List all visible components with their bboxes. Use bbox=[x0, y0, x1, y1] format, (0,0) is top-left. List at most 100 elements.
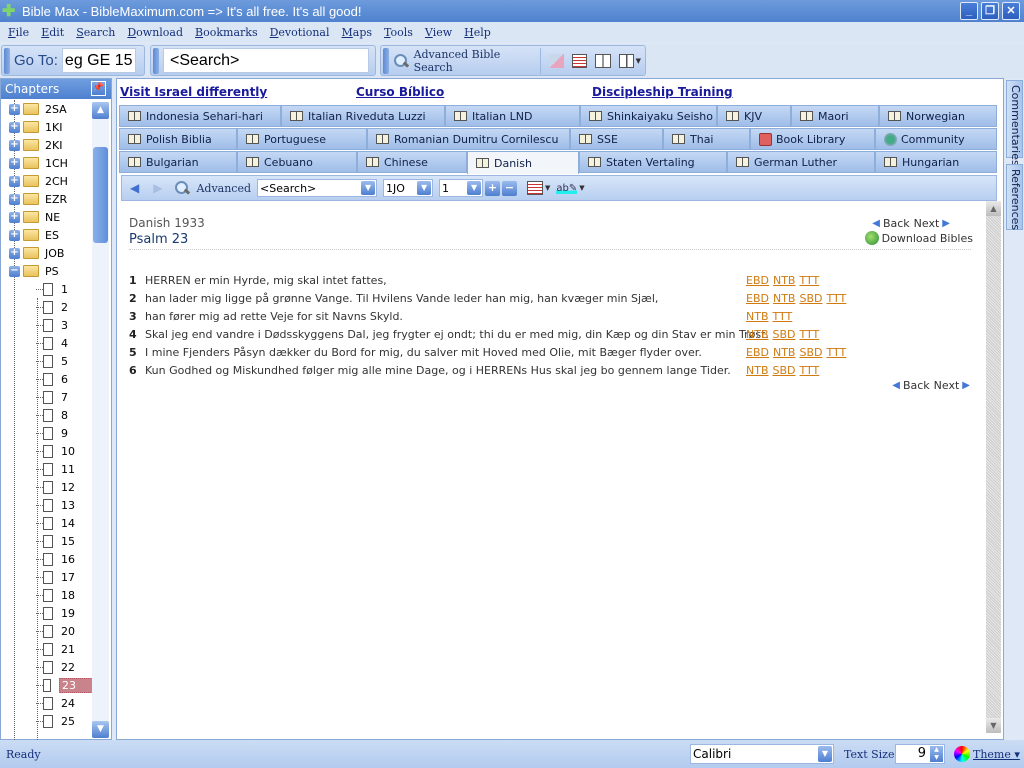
tree-chapter[interactable]: 21 bbox=[1, 640, 93, 658]
ref-link-ntb[interactable]: NTB bbox=[773, 346, 796, 359]
ref-link-ttt[interactable]: TTT bbox=[800, 364, 820, 377]
promo-link-discipleship[interactable]: Discipleship Training bbox=[592, 85, 733, 99]
expand-icon[interactable]: + bbox=[9, 175, 20, 187]
ref-link-ttt[interactable]: TTT bbox=[799, 274, 819, 287]
tab-sse[interactable]: SSE bbox=[570, 128, 663, 150]
minimize-button[interactable]: _ bbox=[960, 2, 978, 20]
ref-link-ntb[interactable]: NTB bbox=[746, 364, 769, 377]
back-link[interactable]: Back bbox=[903, 379, 930, 392]
tree-book[interactable]: +1KI bbox=[1, 118, 93, 136]
menu-tools[interactable]: Tools bbox=[384, 26, 413, 39]
search-combo[interactable]: <Search> ▼ bbox=[257, 179, 378, 197]
ref-link-ttt[interactable]: TTT bbox=[773, 310, 793, 323]
ref-link-ttt[interactable]: TTT bbox=[826, 292, 846, 305]
tree-chapter[interactable]: 4 bbox=[1, 334, 93, 352]
zoom-in-button[interactable]: + bbox=[485, 180, 501, 196]
ref-link-sbd[interactable]: SBD bbox=[773, 364, 796, 377]
chevron-down-icon[interactable]: ▼ bbox=[467, 181, 482, 195]
spinner-icon[interactable]: ▲ ▼ bbox=[930, 746, 943, 762]
advanced-bible-search-button[interactable]: Advanced Bible Search bbox=[393, 47, 542, 74]
tree-chapter[interactable]: 7 bbox=[1, 388, 93, 406]
back-arrow-icon[interactable]: ◀ bbox=[872, 218, 880, 229]
search-input[interactable]: <Search> bbox=[163, 48, 369, 73]
tree-chapter[interactable]: 18 bbox=[1, 586, 93, 604]
ref-link-sbd[interactable]: SBD bbox=[799, 346, 822, 359]
scroll-up-button[interactable]: ▲ bbox=[986, 201, 1001, 216]
expand-icon[interactable]: + bbox=[9, 247, 20, 259]
chevron-down-icon[interactable]: ▼ bbox=[545, 184, 550, 192]
menu-search[interactable]: Search bbox=[76, 26, 115, 39]
tree-chapter[interactable]: 1 bbox=[1, 280, 93, 298]
next-link[interactable]: Next bbox=[914, 217, 940, 230]
advanced-search-button[interactable]: Advanced bbox=[174, 180, 251, 196]
tab-romanian-dumitru-cornilescu[interactable]: Romanian Dumitru Cornilescu bbox=[367, 128, 570, 150]
expand-icon[interactable]: + bbox=[9, 157, 20, 169]
pin-icon[interactable]: 📌 bbox=[91, 81, 106, 96]
chevron-down-icon[interactable]: ▼ bbox=[579, 184, 584, 192]
tab-maori[interactable]: Maori bbox=[791, 105, 879, 127]
parallel-view-icon[interactable] bbox=[595, 53, 611, 68]
chevron-down-icon[interactable]: ▼ bbox=[417, 181, 432, 195]
next-arrow-icon[interactable]: ▶ bbox=[942, 218, 950, 229]
tree-chapter[interactable]: 5 bbox=[1, 352, 93, 370]
expand-icon[interactable]: + bbox=[9, 193, 20, 205]
ref-link-ebd[interactable]: EBD bbox=[746, 292, 769, 305]
tree-book[interactable]: + NE bbox=[1, 208, 93, 226]
menu-maps[interactable]: Maps bbox=[342, 26, 373, 39]
theme-button[interactable]: Theme ▾ bbox=[954, 746, 1020, 762]
back-arrow-icon[interactable]: ◀ bbox=[130, 181, 139, 195]
list-view-icon[interactable] bbox=[572, 53, 588, 68]
tree-book[interactable]: +2KI bbox=[1, 136, 93, 154]
expand-icon[interactable]: + bbox=[9, 121, 20, 133]
chevron-down-icon[interactable]: ▼ bbox=[818, 746, 832, 762]
tab-italian-lnd[interactable]: Italian LND bbox=[445, 105, 580, 127]
tree-chapter[interactable]: 13 bbox=[1, 496, 93, 514]
back-link[interactable]: Back bbox=[883, 217, 910, 230]
scroll-thumb[interactable] bbox=[93, 147, 108, 243]
promo-link-israel[interactable]: Visit Israel differently bbox=[120, 85, 267, 99]
tree-book[interactable]: + JOB bbox=[1, 244, 93, 262]
expand-icon[interactable]: + bbox=[9, 103, 20, 115]
expand-icon[interactable]: + bbox=[9, 139, 20, 151]
expand-icon[interactable]: + bbox=[9, 229, 20, 241]
tab-norwegian[interactable]: Norwegian bbox=[879, 105, 997, 127]
tab-indonesia-sehari-hari[interactable]: Indonesia Sehari-hari bbox=[119, 105, 281, 127]
ref-link-ebd[interactable]: EBD bbox=[746, 274, 769, 287]
close-button[interactable]: ✕ bbox=[1002, 2, 1020, 20]
tree-chapter[interactable]: 19 bbox=[1, 604, 93, 622]
forward-arrow-icon[interactable]: ▶ bbox=[153, 181, 162, 195]
scroll-down-button[interactable]: ▼ bbox=[986, 718, 1001, 733]
toolbar-grip[interactable] bbox=[383, 47, 389, 74]
tree-chapter[interactable]: 11 bbox=[1, 460, 93, 478]
text-size-stepper[interactable]: 9 ▲ ▼ bbox=[895, 744, 945, 764]
highlight-icon[interactable]: ab✎ bbox=[556, 182, 578, 194]
tree-chapter[interactable]: 6 bbox=[1, 370, 93, 388]
tree-chapter[interactable]: 23 bbox=[1, 676, 93, 694]
chevron-down-icon[interactable]: ▼ bbox=[636, 57, 641, 65]
ref-link-ntb[interactable]: NTB bbox=[746, 328, 769, 341]
tree-book[interactable]: +2CH bbox=[1, 172, 93, 190]
tab-community[interactable]: Community bbox=[875, 128, 997, 150]
tab-staten-vertaling[interactable]: Staten Vertaling bbox=[579, 151, 727, 173]
menu-help[interactable]: Help bbox=[464, 26, 491, 39]
tab-cebuano[interactable]: Cebuano bbox=[237, 151, 357, 173]
restore-button[interactable]: ❐ bbox=[981, 2, 999, 20]
goto-input[interactable]: eg GE 15 bbox=[61, 48, 136, 73]
expand-icon[interactable]: + bbox=[9, 211, 20, 223]
tab-commentaries[interactable]: Commentaries bbox=[1006, 80, 1023, 166]
book-combo[interactable]: 1JO ▼ bbox=[383, 179, 434, 197]
tab-references[interactable]: References bbox=[1006, 164, 1023, 230]
scroll-up-button[interactable]: ▲ bbox=[92, 102, 109, 119]
tab-italian-riveduta-luzzi[interactable]: Italian Riveduta Luzzi bbox=[281, 105, 445, 127]
copy-icon[interactable] bbox=[549, 53, 565, 68]
tab-chinese[interactable]: Chinese bbox=[357, 151, 467, 173]
tree-chapter[interactable]: 3 bbox=[1, 316, 93, 334]
back-arrow-icon[interactable]: ◀ bbox=[892, 380, 900, 391]
tree-chapter[interactable]: 2 bbox=[1, 298, 93, 316]
chevron-down-icon[interactable]: ▼ bbox=[361, 181, 376, 195]
collapse-icon[interactable]: − bbox=[9, 265, 20, 277]
ref-link-ntb[interactable]: NTB bbox=[746, 310, 769, 323]
tab-kjv[interactable]: KJV bbox=[717, 105, 791, 127]
toolbar-grip[interactable] bbox=[4, 47, 10, 74]
menu-edit[interactable]: Edit bbox=[41, 26, 64, 39]
